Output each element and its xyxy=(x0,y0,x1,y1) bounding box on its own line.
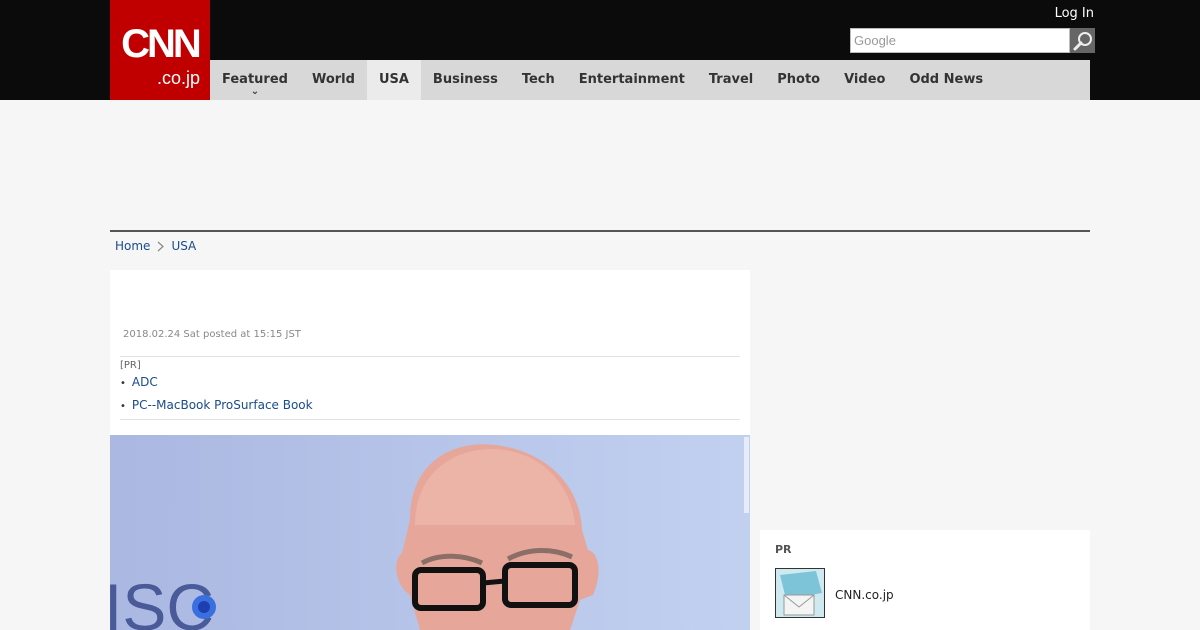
article-photo: ISC xyxy=(110,435,750,630)
bullet-icon: • xyxy=(120,378,126,389)
nav-item-photo[interactable]: Photo xyxy=(765,60,832,100)
pr-link-label: ADC xyxy=(131,375,158,389)
nav-item-world[interactable]: World xyxy=(300,60,367,100)
breadcrumb-home[interactable]: Home xyxy=(115,238,150,254)
nav-item-usa[interactable]: USA xyxy=(366,60,421,100)
pr-link-adc[interactable]: • ADC xyxy=(120,374,158,392)
search-button[interactable] xyxy=(1070,28,1095,53)
chevron-down-icon: ⌄ xyxy=(250,86,260,97)
chevron-right-icon xyxy=(158,241,165,251)
article-card: 2018.02.24 Sat posted at 15:15 JST [PR] … xyxy=(110,270,750,630)
nav-item-entertainment[interactable]: Entertainment xyxy=(567,60,697,100)
article-date: 2018.02.24 Sat posted at 15:15 JST xyxy=(123,329,301,340)
nav-item-tech[interactable]: Tech xyxy=(510,60,567,100)
main-nav: Featured ⌄ World USA Business Tech Enter… xyxy=(210,60,1090,100)
bullet-icon: • xyxy=(120,401,126,412)
logo-sub-text: .co.jp xyxy=(156,68,200,88)
sidebar-pr-link[interactable]: CNN.co.jp xyxy=(835,587,894,603)
breadcrumb: Home USA xyxy=(115,238,196,254)
search-input[interactable]: Google xyxy=(850,28,1070,53)
search-icon xyxy=(1073,31,1092,50)
nav-item-odd-news[interactable]: Odd News xyxy=(897,60,995,100)
cnn-logo[interactable]: CNN .co.jp xyxy=(110,0,210,100)
nav-item-video[interactable]: Video xyxy=(832,60,897,100)
pr-label: [PR] xyxy=(120,359,145,373)
pr-divider xyxy=(120,419,740,420)
pr-link-pc[interactable]: • PC--MacBook ProSurface Book xyxy=(120,397,313,415)
logo-main-text: CNN xyxy=(121,22,202,66)
header-divider xyxy=(110,230,1090,232)
sidebar-pr-label: PR xyxy=(775,543,792,556)
ad-banner-area xyxy=(110,100,1090,230)
login-link[interactable]: Log In xyxy=(1055,6,1094,22)
nav-item-label: Featured xyxy=(222,72,288,87)
nav-item-featured[interactable]: Featured ⌄ xyxy=(210,60,300,100)
pr-link-label: PC--MacBook ProSurface Book xyxy=(131,398,313,412)
nav-item-business[interactable]: Business xyxy=(421,60,510,100)
sidebar-pr-box: PR CNN.co.jp xyxy=(760,530,1090,630)
portrait-image: ISC xyxy=(110,435,750,630)
nav-item-travel[interactable]: Travel xyxy=(697,60,765,100)
breadcrumb-usa[interactable]: USA xyxy=(171,238,196,254)
pr-links-box: [PR] • ADC • PC--MacBook ProSurface Book xyxy=(120,356,740,412)
mail-thumbnail-icon[interactable] xyxy=(775,568,825,618)
